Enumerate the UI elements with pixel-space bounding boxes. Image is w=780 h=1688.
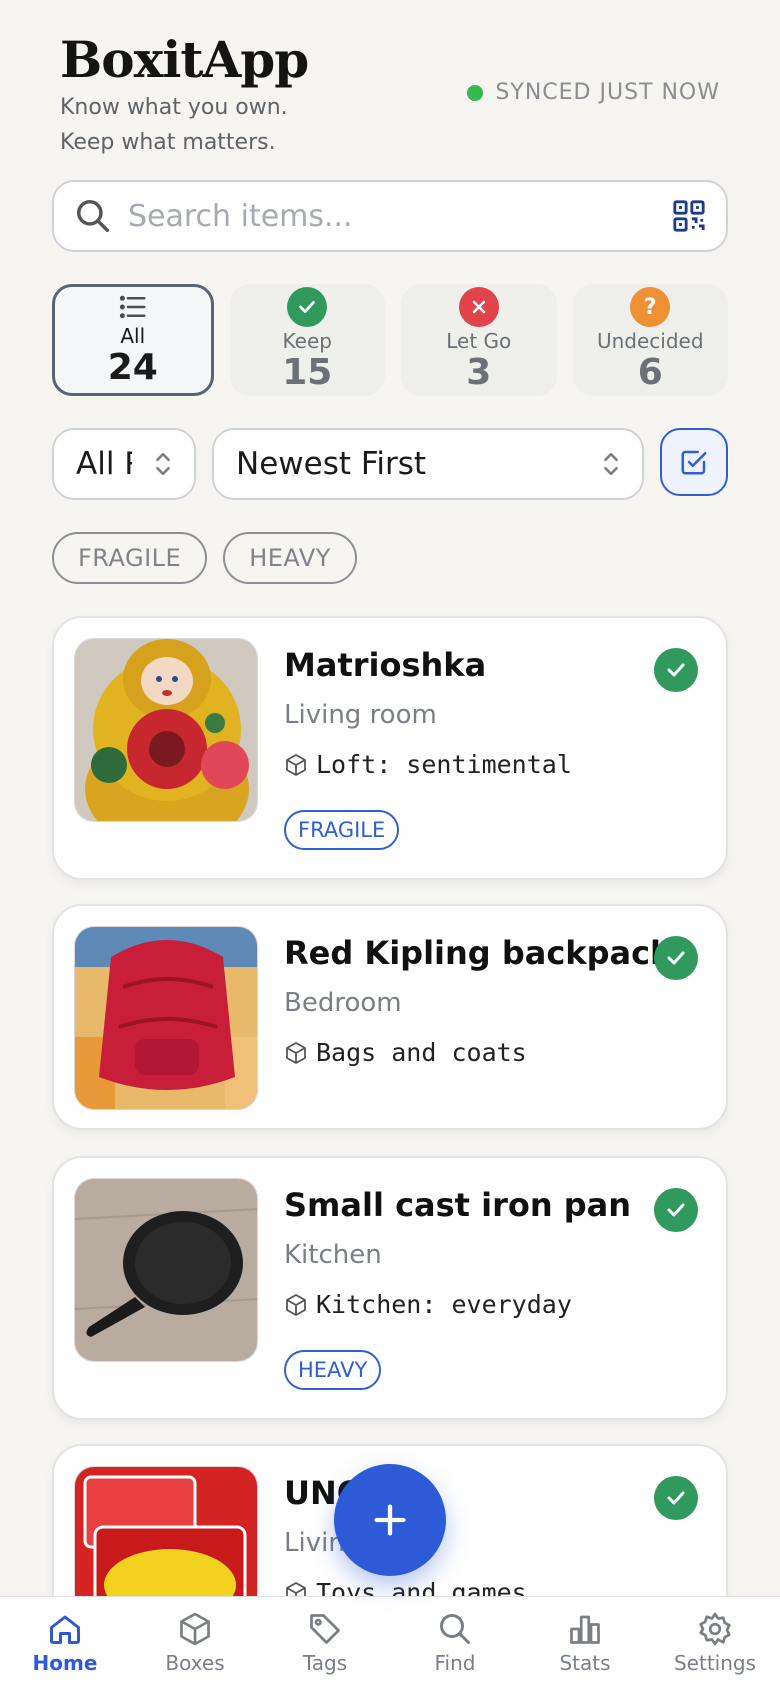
chart-icon [570, 1615, 600, 1644]
select-mode-button[interactable] [660, 428, 728, 496]
item-card-backpack[interactable]: Red Kipling backpack Bedroom Bags and co… [52, 904, 728, 1130]
nav-stats[interactable]: Stats [520, 1597, 650, 1688]
item-room: Bedroom [284, 988, 402, 1018]
chevron-updown-icon [604, 452, 618, 476]
item-name: Small cast iron pan [284, 1186, 632, 1224]
item-box-name: Loft: sentimental [316, 750, 572, 779]
box-icon [286, 1041, 306, 1064]
item-tag: HEAVY [284, 1350, 382, 1390]
bottom-nav: Home Boxes Tags Find Stats Settings [0, 1596, 780, 1688]
filter-label: Undecided [596, 329, 704, 353]
question-icon: ? [630, 287, 671, 327]
sort-select[interactable]: Newest First [212, 428, 644, 500]
filter-count: 6 [637, 352, 663, 393]
keep-status-icon[interactable] [654, 936, 698, 980]
room-select-value: All Rooms [76, 446, 132, 482]
box-icon [180, 1612, 210, 1645]
check-icon [287, 287, 328, 327]
nav-find[interactable]: Find [390, 1597, 520, 1688]
item-photo [74, 926, 258, 1110]
filter-label: Let Go [446, 329, 512, 353]
item-box: Kitchen: everyday [284, 1290, 572, 1319]
nav-tags[interactable]: Tags [260, 1597, 390, 1688]
nav-label: Settings [673, 1650, 757, 1675]
item-photo [74, 1178, 258, 1362]
status-filter-row: All 24 Keep 15 Let Go 3 ? Undecided 6 [52, 284, 728, 396]
search-bar[interactable] [52, 180, 728, 252]
qr-code-icon[interactable] [672, 199, 706, 233]
filter-undecided[interactable]: ? Undecided 6 [572, 284, 728, 396]
x-icon [458, 287, 499, 327]
item-photo [74, 638, 258, 822]
search-input[interactable] [128, 186, 672, 246]
gear-icon [699, 1612, 731, 1645]
checkbox-icon [681, 450, 707, 475]
sort-filter-row: All Rooms Newest First [52, 428, 728, 500]
box-icon [286, 1293, 306, 1316]
add-item-button[interactable] [334, 1464, 446, 1576]
filter-label: Keep [282, 329, 332, 353]
nav-home[interactable]: Home [0, 1597, 130, 1688]
home-icon [50, 1615, 80, 1644]
nav-settings[interactable]: Settings [650, 1597, 780, 1688]
header: BoxitApp Know what you own. Keep what ma… [60, 30, 750, 160]
nav-label: Find [434, 1650, 476, 1675]
nav-label: Tags [302, 1650, 348, 1675]
nav-label: Boxes [165, 1650, 225, 1675]
item-name: Red Kipling backpack [284, 934, 672, 972]
item-card-cast-iron-pan[interactable]: Small cast iron pan Kitchen Kitchen: eve… [52, 1156, 728, 1420]
filter-all[interactable]: All 24 [52, 284, 214, 396]
keep-status-icon[interactable] [654, 1476, 698, 1520]
box-icon [286, 753, 306, 776]
sort-select-value: Newest First [236, 446, 427, 482]
nav-label: Home [32, 1650, 98, 1675]
list-icon [119, 295, 146, 319]
item-box-name: Kitchen: everyday [316, 1290, 572, 1319]
item-tag: FRAGILE [284, 810, 400, 850]
tag-chip-heavy[interactable]: HEAVY [223, 532, 357, 584]
sync-status: SYNCED JUST NOW [467, 80, 720, 105]
room-select[interactable]: All Rooms [52, 428, 196, 500]
tagline-line-2: Keep what matters. [60, 130, 276, 155]
item-name: Matrioshka [284, 646, 487, 684]
item-card-matrioshka[interactable]: Matrioshka Living room Loft: sentimental… [52, 616, 728, 880]
filter-count: 24 [107, 347, 158, 388]
keep-status-icon[interactable] [654, 648, 698, 692]
tag-filter-chips: FRAGILE HEAVY [52, 532, 357, 584]
item-box: Bags and coats [284, 1038, 527, 1067]
filter-let-go[interactable]: Let Go 3 [401, 284, 557, 396]
chevron-updown-icon [156, 452, 170, 476]
app-screen: BoxitApp Know what you own. Keep what ma… [0, 0, 780, 1688]
item-box: Loft: sentimental [284, 750, 572, 779]
sync-dot-icon [467, 84, 484, 101]
item-box-name: Bags and coats [316, 1038, 527, 1067]
filter-count: 3 [466, 352, 492, 393]
filter-count: 15 [282, 352, 333, 393]
tag-icon [310, 1613, 340, 1644]
keep-status-icon[interactable] [654, 1188, 698, 1232]
item-room: Living room [284, 700, 437, 730]
nav-boxes[interactable]: Boxes [130, 1597, 260, 1688]
search-icon [77, 200, 109, 232]
search-icon [440, 1613, 470, 1644]
sync-status-text: SYNCED JUST NOW [495, 80, 720, 105]
item-room: Kitchen [284, 1240, 382, 1270]
tag-chip-fragile[interactable]: FRAGILE [52, 532, 208, 584]
nav-label: Stats [559, 1650, 611, 1675]
filter-keep[interactable]: Keep 15 [229, 284, 385, 396]
plus-icon [374, 1504, 406, 1536]
filter-label: All [120, 324, 146, 348]
